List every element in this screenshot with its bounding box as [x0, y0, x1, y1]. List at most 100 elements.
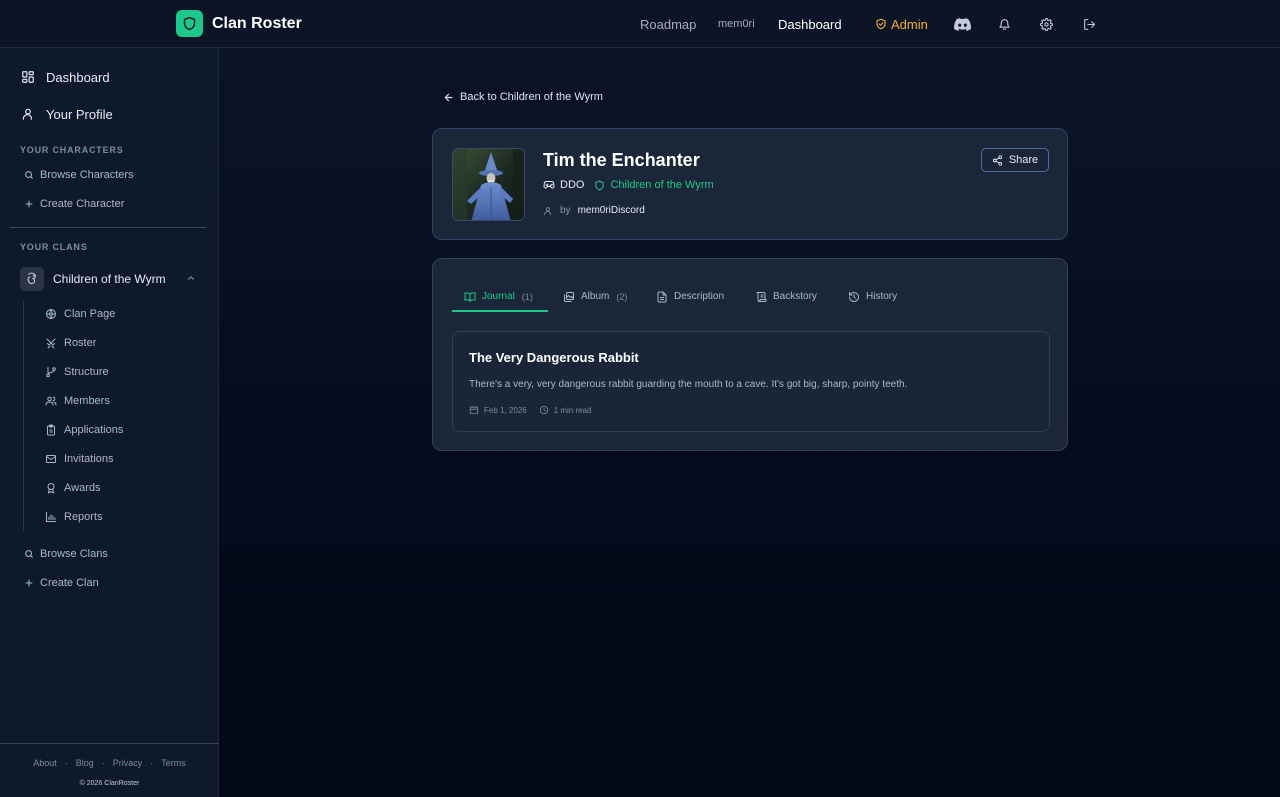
tab-journal[interactable]: Journal (1)	[464, 281, 533, 312]
plus-icon	[23, 575, 34, 591]
sidebar-item-label: Clan Page	[64, 308, 116, 320]
sidebar-item-label: Members	[64, 395, 110, 407]
share-button[interactable]: Share	[981, 148, 1049, 172]
footer-link-terms[interactable]: Terms	[161, 758, 186, 768]
sidebar-item-dashboard[interactable]: Dashboard	[20, 69, 110, 85]
brand[interactable]: Clan Roster	[176, 10, 302, 37]
sidebar-item-create-character[interactable]: Create Character	[23, 196, 124, 212]
plus-icon	[23, 196, 34, 212]
journal-entry-title: The Very Dangerous Rabbit	[469, 350, 639, 365]
bell-icon[interactable]	[995, 15, 1013, 33]
footer-link-blog[interactable]: Blog	[76, 758, 94, 768]
user-icon	[20, 106, 36, 122]
arrow-left-icon	[443, 92, 454, 103]
gear-icon[interactable]	[1037, 15, 1055, 33]
users-icon	[45, 395, 57, 407]
owner-name[interactable]: mem0riDiscord	[578, 205, 645, 216]
tab-label: Backstory	[773, 291, 817, 302]
copyright: © 2026 ClanRoster	[79, 780, 140, 787]
clock-icon	[539, 405, 549, 415]
sidebar-item-reports[interactable]: Reports	[45, 511, 103, 523]
tab-description[interactable]: Description	[656, 281, 724, 312]
tab-count: (1)	[521, 291, 533, 302]
swords-icon	[45, 337, 57, 349]
bar-chart-icon	[45, 511, 57, 523]
journal-entry-body: There's a very, very dangerous rabbit gu…	[469, 379, 908, 390]
clan-tree-line	[23, 301, 24, 531]
sidebar-divider	[10, 227, 206, 228]
clipboard-icon	[45, 424, 57, 436]
active-tab-indicator	[452, 310, 548, 312]
clan-name: Children of the Wyrm	[53, 272, 166, 286]
nav-admin[interactable]: Admin	[875, 0, 928, 48]
sidebar-item-label: Roster	[64, 337, 97, 349]
character-portrait	[452, 148, 525, 221]
mail-icon	[45, 453, 57, 465]
tab-bar: Journal (1) Album (2) Description Backst…	[452, 281, 1050, 312]
owner-by-label: by	[560, 205, 571, 216]
sidebar-item-clan-page[interactable]: Clan Page	[45, 308, 115, 320]
character-card: Tim the Enchanter DDO Children of the Wy…	[432, 128, 1068, 240]
sidebar-item-label: Structure	[64, 366, 109, 378]
character-name: Tim the Enchanter	[543, 150, 700, 170]
clan-toggle[interactable]: Children of the Wyrm	[20, 266, 200, 292]
tab-history[interactable]: History	[848, 281, 897, 312]
tab-label: Album	[581, 291, 610, 302]
nav-roadmap-label: Roadmap	[640, 16, 697, 32]
book-open-icon	[464, 291, 476, 303]
discord-icon[interactable]	[953, 15, 971, 33]
tab-count: (2)	[616, 291, 628, 302]
top-bar: Clan Roster Roadmap mem0ri Dashboard Adm…	[0, 0, 1280, 48]
content-card: Journal (1) Album (2) Description Backst…	[432, 258, 1068, 451]
sidebar-item-label: Invitations	[64, 453, 114, 465]
sidebar-item-members[interactable]: Members	[45, 395, 110, 407]
sidebar-item-label: Create Clan	[40, 577, 99, 589]
nav-dashboard[interactable]: Dashboard	[778, 0, 842, 48]
sidebar-item-profile[interactable]: Your Profile	[20, 106, 113, 122]
sidebar-item-awards[interactable]: Awards	[45, 482, 100, 494]
footer-link-privacy[interactable]: Privacy	[113, 758, 143, 768]
sidebar-item-label: Dashboard	[46, 69, 110, 85]
nav-admin-label: Admin	[891, 16, 928, 32]
back-link-label: Back to Children of the Wyrm	[460, 91, 603, 103]
sidebar-footer: About · Blog · Privacy · Terms © 2026 Cl…	[0, 743, 219, 797]
calendar-icon	[469, 405, 479, 415]
tab-album[interactable]: Album (2)	[563, 281, 627, 312]
app-title: Clan Roster	[212, 14, 302, 32]
character-game: DDO	[560, 179, 585, 191]
git-branch-icon	[45, 366, 57, 378]
sidebar-item-applications[interactable]: Applications	[45, 424, 123, 436]
character-meta: DDO Children of the Wyrm	[543, 179, 714, 191]
award-icon	[45, 482, 57, 494]
shield-icon	[176, 10, 203, 37]
sidebar-item-roster[interactable]: Roster	[45, 337, 96, 349]
nav-username[interactable]: mem0ri	[718, 0, 755, 48]
nav-roadmap[interactable]: Roadmap	[640, 0, 696, 48]
back-link[interactable]: Back to Children of the Wyrm	[443, 91, 603, 103]
tab-label: History	[866, 291, 898, 302]
share-icon	[992, 154, 1003, 166]
chevron-up-icon	[186, 273, 196, 283]
sidebar-item-structure[interactable]: Structure	[45, 366, 109, 378]
tab-backstory[interactable]: Backstory	[755, 281, 817, 312]
footer-links: About · Blog · Privacy · Terms	[0, 758, 219, 768]
footer-separator: ·	[64, 758, 68, 768]
character-clan-link[interactable]: Children of the Wyrm	[610, 179, 713, 191]
tab-label: Description	[674, 291, 725, 302]
globe-icon	[45, 308, 57, 320]
sidebar-item-label: Browse Clans	[40, 548, 108, 560]
journal-entry-meta: Feb 1, 2026 1 min read	[469, 405, 592, 415]
images-icon	[563, 291, 575, 303]
sidebar: Dashboard Your Profile YOUR CHARACTERS B…	[0, 48, 219, 797]
nav-dashboard-label: Dashboard	[778, 16, 842, 32]
journal-entry[interactable]: The Very Dangerous Rabbit There's a very…	[452, 331, 1050, 432]
sidebar-item-label: Awards	[64, 482, 101, 494]
gamepad-icon	[543, 179, 555, 191]
sidebar-item-browse-clans[interactable]: Browse Clans	[23, 546, 108, 562]
sidebar-item-invitations[interactable]: Invitations	[45, 453, 114, 465]
sidebar-item-create-clan[interactable]: Create Clan	[23, 575, 99, 591]
footer-link-about[interactable]: About	[33, 758, 57, 768]
sidebar-item-browse-characters[interactable]: Browse Characters	[23, 167, 134, 183]
sidebar-item-label: Your Profile	[46, 106, 113, 122]
logout-icon[interactable]	[1080, 15, 1098, 33]
